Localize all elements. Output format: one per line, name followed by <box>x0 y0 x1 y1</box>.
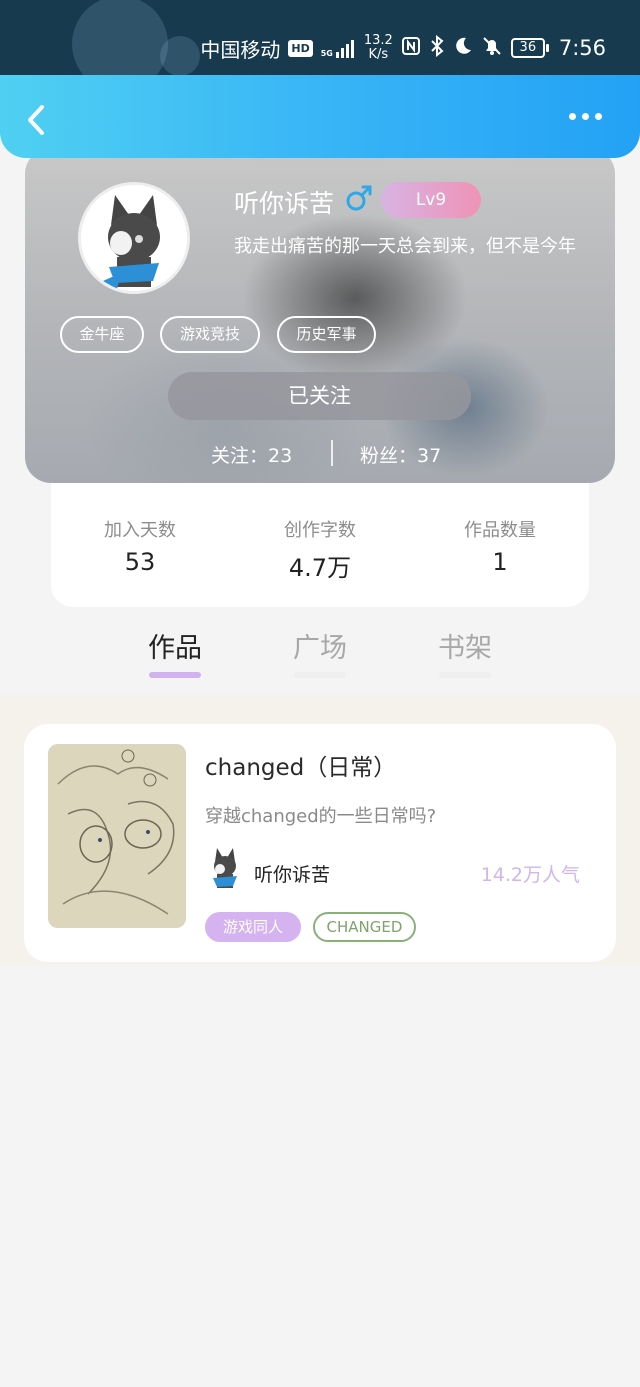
tab-indicator <box>294 672 346 678</box>
stat-works-count: 作品数量 1 <box>430 516 570 576</box>
tab-works[interactable]: 作品 <box>125 626 225 665</box>
bluetooth-icon <box>429 34 445 62</box>
signal-icon: 5G <box>321 38 356 58</box>
back-button[interactable] <box>22 103 52 137</box>
stat-label: 作品数量 <box>464 520 536 541</box>
work-description: 穿越changed的一些日常吗? <box>205 806 437 827</box>
status-bar: 中国移动 HD 5G 13.2 K/s 36 7:56 <box>0 0 640 75</box>
more-button[interactable] <box>563 113 602 120</box>
profile-card: 听你诉苦 Lv9 我走出痛苦的那一天总会到来，但不是今年 金牛座 游戏竞技 历史… <box>25 148 615 483</box>
stat-label: 加入天数 <box>104 520 176 541</box>
network-speed: 13.2 K/s <box>364 34 393 62</box>
username: 听你诉苦 <box>234 189 335 218</box>
chevron-left-icon <box>28 105 44 135</box>
hd-badge: HD <box>288 39 313 57</box>
stat-value: 4.7万 <box>288 554 352 582</box>
tab-bar: 作品 广场 书架 <box>0 620 640 692</box>
profile-tag[interactable]: 金牛座 <box>60 316 144 353</box>
male-gender-icon <box>346 185 372 211</box>
stat-value: 53 <box>124 548 156 576</box>
profile-tag[interactable]: 历史军事 <box>277 316 376 353</box>
clock: 7:56 <box>558 36 606 60</box>
divider <box>331 440 333 466</box>
decor-bubble <box>72 0 168 75</box>
followers-count[interactable]: 粉丝：37 <box>360 441 441 468</box>
stats-card: 加入天数 53 创作字数 4.7万 作品数量 1 <box>51 470 589 607</box>
author-avatar[interactable] <box>205 846 245 892</box>
popularity-count: 14.2万人气 <box>480 864 580 886</box>
level-badge: Lv9 <box>381 182 481 218</box>
bell-muted-icon <box>481 35 503 62</box>
speed-unit: K/s <box>368 47 389 62</box>
profile-tag[interactable]: 游戏竞技 <box>160 316 260 353</box>
work-title[interactable]: changed（日常） <box>205 748 396 782</box>
stat-value: 1 <box>492 548 508 576</box>
stat-word-count: 创作字数 4.7万 <box>250 516 390 583</box>
stat-join-days: 加入天数 53 <box>70 516 210 576</box>
app-header <box>0 75 640 158</box>
speed-value: 13.2 <box>363 33 393 48</box>
status-icons: 中国移动 HD 5G 13.2 K/s 36 7:56 <box>192 30 606 66</box>
series-tag[interactable]: CHANGED <box>313 912 416 942</box>
tab-plaza[interactable]: 广场 <box>270 626 370 665</box>
battery-icon: 36 <box>510 38 549 58</box>
work-card[interactable]: changed（日常） 穿越changed的一些日常吗? 听你诉苦 14.2万人… <box>24 724 616 962</box>
battery-level: 36 <box>510 38 545 58</box>
tab-indicator <box>149 672 201 678</box>
tab-bookshelf[interactable]: 书架 <box>415 626 515 665</box>
carrier-label: 中国移动 <box>200 37 281 62</box>
author-name[interactable]: 听你诉苦 <box>254 860 330 887</box>
user-signature: 我走出痛苦的那一天总会到来，但不是今年 <box>234 236 576 257</box>
tab-indicator <box>439 672 491 678</box>
network-type: 5G <box>320 49 333 58</box>
moon-icon <box>453 36 473 61</box>
nfc-icon <box>401 36 421 61</box>
more-dots-icon <box>569 113 576 120</box>
avatar[interactable] <box>78 182 190 294</box>
stat-label: 创作字数 <box>284 520 356 541</box>
follow-button[interactable]: 已关注 <box>168 372 471 420</box>
work-cover-image[interactable] <box>48 744 186 928</box>
following-count[interactable]: 关注：23 <box>211 441 292 468</box>
genre-tag[interactable]: 游戏同人 <box>205 912 301 942</box>
